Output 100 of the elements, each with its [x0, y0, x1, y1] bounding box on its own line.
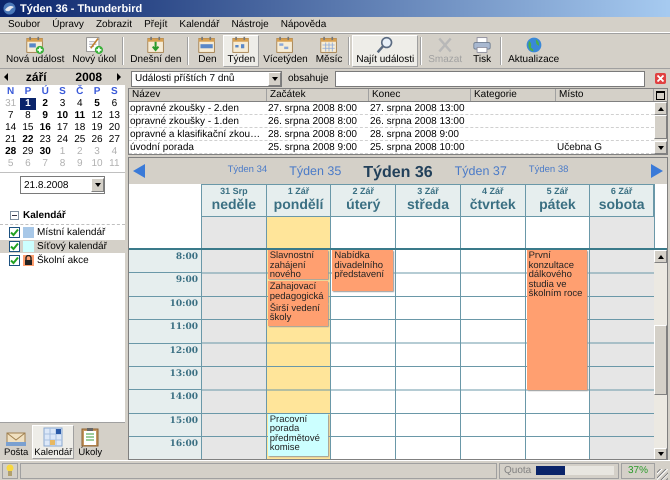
day-column[interactable] [589, 250, 654, 459]
all-day-cell[interactable] [266, 217, 330, 248]
weekday-label: S [58, 86, 67, 98]
weekday-label: Ú [40, 86, 50, 98]
day-header: 2 Zář úterý [330, 184, 396, 217]
checkbox[interactable] [9, 255, 20, 266]
all-day-cell[interactable] [524, 217, 590, 248]
table-cell-text: úvodní porada [129, 142, 195, 152]
day-number[interactable]: 12 [89, 110, 105, 122]
column-header[interactable]: Konec [369, 89, 471, 101]
event-block[interactable]: Širší vedení školy [268, 302, 328, 326]
toolbar-button[interactable]: Dnešní den [126, 35, 186, 67]
search-field[interactable] [334, 70, 645, 86]
event-block[interactable]: Nabídka divadelního představení [332, 250, 394, 291]
day-number[interactable]: 6 [106, 98, 122, 110]
day-number[interactable]: 23 [38, 134, 53, 146]
day-number[interactable]: 25 [72, 134, 88, 146]
day-number[interactable]: 20 [106, 122, 122, 134]
column-header[interactable]: Místo [556, 89, 654, 101]
menu-item[interactable]: Přejít [138, 19, 174, 30]
mode-button[interactable]: Kalendář [32, 425, 74, 459]
day-number[interactable]: 18 [72, 122, 88, 134]
clipboard-icon [79, 427, 102, 447]
menu-item[interactable]: Nástroje [225, 19, 275, 30]
day-number[interactable]: 3 [54, 98, 70, 110]
toolbar-button[interactable]: Týden [223, 35, 260, 67]
menu-item[interactable]: Kalendář [173, 19, 226, 30]
event-block[interactable]: První konzultace dálkového studia ve školním roce [526, 250, 588, 390]
day-number[interactable]: 1 [20, 98, 36, 110]
checkbox[interactable] [9, 241, 20, 252]
day-number[interactable]: 8 [20, 110, 36, 122]
column-header[interactable]: Začátek [267, 89, 369, 101]
calendar-item[interactable]: Síťový kalendář [0, 240, 125, 253]
scrollbar[interactable] [654, 250, 667, 459]
all-day-cell[interactable] [201, 217, 266, 248]
toolbar-button[interactable]: Najít události [352, 35, 418, 67]
day-number[interactable]: 24 [54, 134, 70, 146]
next-month-button[interactable] [115, 71, 123, 83]
day-number[interactable]: 26 [89, 134, 105, 146]
calendar-icon [42, 427, 64, 447]
day-column[interactable] [460, 250, 525, 459]
day-number[interactable]: 30 [38, 146, 53, 158]
toolbar-button[interactable]: Den [191, 35, 224, 67]
calendar-item[interactable]: Místní kalendář [0, 226, 125, 239]
day-number[interactable]: 4 [72, 98, 88, 110]
event-block[interactable]: Pracovní porada předmětové komise [268, 414, 328, 456]
day-column[interactable] [395, 250, 460, 459]
table-cell-text: opravné a klasifikační zkou… [129, 128, 262, 140]
day-header: 6 Zář sobota [589, 184, 654, 217]
day-number[interactable]: 19 [89, 122, 105, 134]
menu-item[interactable]: Nápověda [274, 19, 332, 30]
day-number[interactable]: 17 [54, 122, 70, 134]
range-dropdown[interactable]: Události příštích 7 dnů [131, 70, 282, 86]
weekday-label: P [92, 86, 102, 98]
resize-grip[interactable] [657, 469, 668, 480]
toolbar-button[interactable]: Vícetýden [259, 35, 312, 67]
menu-item[interactable]: Úpravy [46, 19, 90, 30]
day-number[interactable]: 10 [54, 110, 70, 122]
day-column[interactable]: Slavnostní zahájení nového Zahajovací pedagogická Širší vedení školy Pracovní porada předmětové komise [266, 250, 330, 459]
toolbar-button[interactable]: Tisk [466, 35, 498, 67]
day-number[interactable]: 27 [106, 134, 122, 146]
day-column[interactable]: Nabídka divadelního představení [330, 250, 396, 459]
date-field[interactable]: 21.8.2008 [20, 176, 105, 194]
menu-item[interactable]: Soubor [2, 19, 46, 30]
event-block[interactable]: Slavnostní zahájení nového [268, 250, 328, 280]
column-header[interactable]: Název [129, 89, 267, 101]
toolbar-button[interactable]: Nová událost [2, 35, 68, 67]
day-number[interactable]: 5 [89, 98, 105, 110]
column-picker-icon[interactable] [654, 88, 667, 102]
collapse-icon[interactable] [10, 210, 19, 220]
scrollbar[interactable] [654, 102, 667, 154]
checkbox[interactable] [9, 227, 20, 238]
toolbar-button[interactable]: Měsíc [312, 35, 346, 67]
day-number[interactable]: 16 [38, 122, 53, 134]
day-number[interactable]: 15 [20, 122, 36, 134]
mode-button[interactable]: Pošta [2, 425, 30, 459]
event-block[interactable]: Zahajovací pedagogická [268, 281, 328, 303]
toolbar-button[interactable]: Aktualizace [504, 35, 564, 67]
all-day-cell[interactable] [589, 217, 654, 248]
day-number[interactable]: 9 [38, 110, 53, 122]
day-number[interactable]: 29 [20, 146, 36, 158]
day-number[interactable]: 11 [72, 110, 88, 122]
day-number[interactable]: 13 [106, 110, 122, 122]
day-number[interactable]: 28 [3, 146, 18, 158]
table-cell-text: 26. srpna 2008 13:00 [369, 116, 466, 126]
mode-button[interactable]: Úkoly [76, 425, 104, 459]
day-number[interactable]: 7 [3, 110, 18, 122]
day-number[interactable]: 14 [3, 122, 18, 134]
menu-item[interactable]: Zobrazit [90, 19, 138, 30]
clear-button[interactable] [655, 73, 666, 84]
calendar-item[interactable]: Školní akce [0, 254, 125, 267]
previous-month-button[interactable] [2, 71, 10, 83]
column-header[interactable]: Kategorie [471, 89, 556, 101]
day-column[interactable] [201, 250, 266, 459]
day-number[interactable]: 22 [20, 134, 36, 146]
day-number[interactable]: 2 [38, 98, 53, 110]
day-number[interactable]: 21 [3, 134, 18, 146]
day-column[interactable]: První konzultace dálkového studia ve školním roce [524, 250, 590, 459]
day-header: 3 Zář středa [395, 184, 460, 217]
toolbar-button[interactable]: Nový úkol [68, 35, 120, 67]
